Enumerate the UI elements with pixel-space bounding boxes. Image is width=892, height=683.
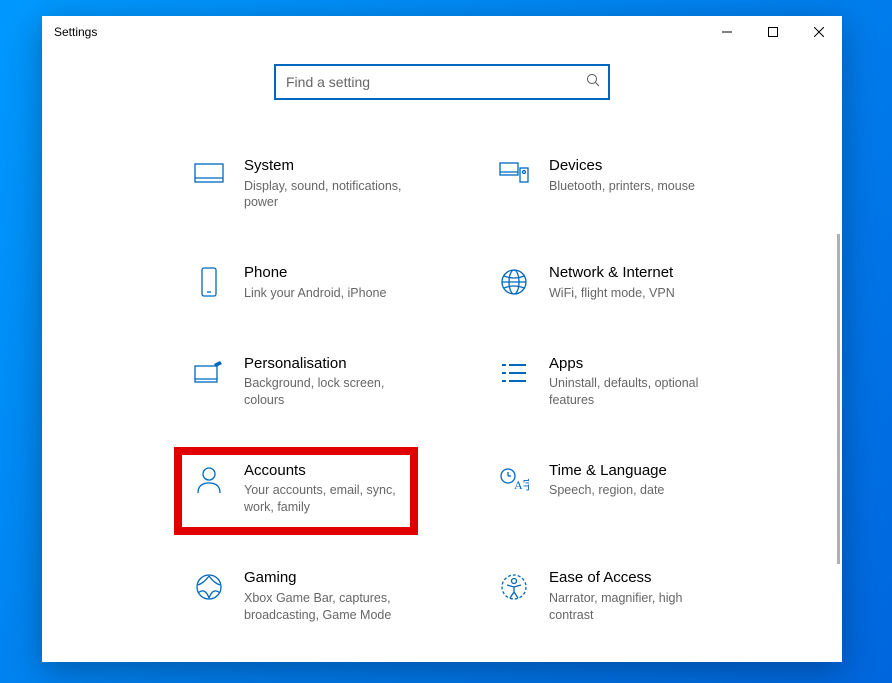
category-title: Devices (549, 156, 695, 176)
category-desc: Your accounts, email, sync, work, family (244, 482, 414, 516)
category-title: Gaming (244, 568, 414, 588)
category-title: System (244, 156, 414, 176)
category-title: Ease of Access (549, 568, 719, 588)
category-title: Personalisation (244, 354, 414, 374)
personalisation-icon (192, 356, 226, 390)
titlebar: Settings (42, 16, 842, 48)
category-desc: Display, sound, notifications, power (244, 178, 414, 212)
devices-icon (497, 158, 531, 192)
category-ease-of-access[interactable]: Ease of Access Narrator, magnifier, high… (497, 568, 782, 623)
category-desc: Speech, region, date (549, 482, 667, 499)
category-accounts[interactable]: Accounts Your accounts, email, sync, wor… (192, 461, 477, 516)
window-title: Settings (54, 25, 97, 39)
content-area: System Display, sound, notifications, po… (42, 48, 842, 662)
category-network[interactable]: Network & Internet WiFi, flight mode, VP… (497, 263, 782, 301)
category-phone[interactable]: Phone Link your Android, iPhone (192, 263, 477, 301)
minimize-icon (722, 27, 732, 37)
category-title: Time & Language (549, 461, 667, 481)
category-desc: Xbox Game Bar, captures, broadcasting, G… (244, 590, 414, 624)
window-controls (704, 16, 842, 48)
search-icon[interactable] (586, 73, 600, 92)
categories-grid: System Display, sound, notifications, po… (42, 156, 842, 623)
minimize-button[interactable] (704, 16, 750, 48)
category-title: Accounts (244, 461, 414, 481)
category-desc: WiFi, flight mode, VPN (549, 285, 675, 302)
gaming-icon (192, 570, 226, 604)
svg-text:A字: A字 (514, 477, 529, 492)
category-apps[interactable]: Apps Uninstall, defaults, optional featu… (497, 354, 782, 409)
ease-of-access-icon (497, 570, 531, 604)
apps-icon (497, 356, 531, 390)
category-system[interactable]: System Display, sound, notifications, po… (192, 156, 477, 211)
scrollbar[interactable] (837, 234, 840, 564)
category-personalisation[interactable]: Personalisation Background, lock screen,… (192, 354, 477, 409)
category-desc: Link your Android, iPhone (244, 285, 386, 302)
category-desc: Uninstall, defaults, optional features (549, 375, 719, 409)
category-desc: Background, lock screen, colours (244, 375, 414, 409)
category-title: Network & Internet (549, 263, 675, 283)
phone-icon (192, 265, 226, 299)
category-desc: Bluetooth, printers, mouse (549, 178, 695, 195)
search-box[interactable] (274, 64, 610, 100)
category-title: Phone (244, 263, 386, 283)
maximize-icon (768, 27, 778, 37)
globe-icon (497, 265, 531, 299)
category-gaming[interactable]: Gaming Xbox Game Bar, captures, broadcas… (192, 568, 477, 623)
time-language-icon: A字 (497, 463, 531, 497)
category-desc: Narrator, magnifier, high contrast (549, 590, 719, 624)
accounts-icon (192, 463, 226, 497)
category-devices[interactable]: Devices Bluetooth, printers, mouse (497, 156, 782, 211)
maximize-button[interactable] (750, 16, 796, 48)
category-title: Apps (549, 354, 719, 374)
category-time-language[interactable]: A字 Time & Language Speech, region, date (497, 461, 782, 516)
system-icon (192, 158, 226, 192)
search-input[interactable] (284, 66, 586, 98)
close-icon (814, 27, 824, 37)
settings-window: Settings Sys (42, 16, 842, 662)
close-button[interactable] (796, 16, 842, 48)
